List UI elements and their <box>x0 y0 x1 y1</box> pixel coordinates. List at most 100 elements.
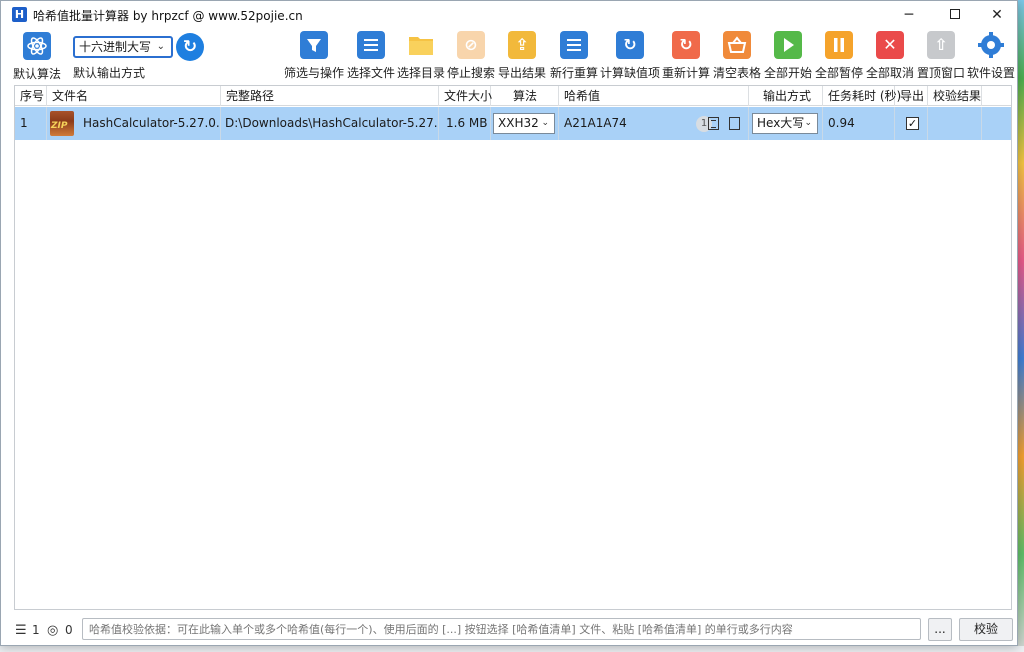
window-title: 哈希值批量计算器 by hrpzcf @ www.52pojie.cn <box>33 9 303 23</box>
cancel-all-label: 全部取消 <box>865 66 914 80</box>
chevron-down-icon: ⌄ <box>804 118 812 128</box>
chevron-down-icon: ⌄ <box>156 41 165 52</box>
new-rows-recalc-button[interactable]: 新行重算 <box>549 31 599 83</box>
select-directory-label: 选择目录 <box>397 66 446 80</box>
row-algorithm-select[interactable]: XXH32 ⌄ <box>493 113 555 134</box>
close-button[interactable]: ✕ <box>975 1 1019 29</box>
hash-table: 序号 文件名 完整路径 文件大小 算法 哈希值 输出方式 任务耗时 (秒) 导出… <box>14 85 1012 610</box>
default-output-caption: 默认输出方式 <box>73 66 146 80</box>
main-window: H 哈希值批量计算器 by hrpzcf @ www.52pojie.cn ─ … <box>0 0 1018 646</box>
atom-icon <box>23 32 51 60</box>
select-file-label: 选择文件 <box>346 66 395 80</box>
default-output-value: 十六进制大写 <box>79 40 152 54</box>
recalculate-button[interactable]: ↻ 重新计算 <box>661 31 711 83</box>
clear-table-button[interactable]: 清空表格 <box>712 31 762 83</box>
circle-count: 0 <box>65 623 73 637</box>
column-header-verify-result[interactable]: 校验结果 <box>928 86 982 106</box>
column-header-index[interactable]: 序号 <box>15 86 47 106</box>
row-output-format-select[interactable]: Hex大写 ⌄ <box>752 113 818 134</box>
pin-window-button[interactable]: ⇧ 置顶窗口 <box>916 31 966 83</box>
file-list-icon <box>357 31 385 59</box>
filter-operations-label: 筛选与操作 <box>284 66 345 80</box>
funnel-icon <box>300 31 328 59</box>
default-algorithm-button[interactable]: 默认算法 <box>11 32 63 82</box>
column-header-export[interactable]: 导出 <box>895 86 928 106</box>
table-header: 序号 文件名 完整路径 文件大小 算法 哈希值 输出方式 任务耗时 (秒) 导出… <box>15 86 1011 106</box>
refresh-icon: ↻ <box>616 31 644 59</box>
play-icon <box>774 31 802 59</box>
compute-missing-label: 计算缺值项 <box>600 66 661 80</box>
row-file-name: HashCalculator-5.27.0.zip <box>83 116 220 130</box>
minimize-button[interactable]: ─ <box>887 1 931 29</box>
new-rows-icon <box>560 31 588 59</box>
verify-hash-input[interactable] <box>82 618 921 640</box>
column-header-output-format[interactable]: 输出方式 <box>749 86 823 106</box>
column-header-algorithm[interactable]: 算法 <box>491 86 559 106</box>
row-verify-result <box>928 107 982 140</box>
row-output-format-value: Hex大写 <box>757 116 805 130</box>
cancel-all-button[interactable]: ✕ 全部取消 <box>865 31 915 83</box>
target-circle-icon: ◎ <box>47 623 59 638</box>
verify-button[interactable]: 校验 <box>959 618 1013 641</box>
settings-label: 软件设置 <box>967 66 1016 80</box>
export-icon: ⇪ <box>508 31 536 59</box>
row-hash-value: A21A1A74 <box>564 116 627 130</box>
column-header-duration[interactable]: 任务耗时 (秒) <box>823 86 901 106</box>
app-logo-icon: H <box>12 7 27 22</box>
pause-all-button[interactable]: 全部暂停 <box>814 31 864 83</box>
basket-icon <box>723 31 751 59</box>
row-algorithm-cell: XXH32 ⌄ <box>491 107 559 140</box>
select-file-button[interactable]: 选择文件 <box>346 31 396 83</box>
select-directory-button[interactable]: 选择目录 <box>397 31 445 83</box>
list-count: 1 <box>32 623 40 637</box>
row-algorithm-value: XXH32 <box>498 116 539 130</box>
stop-icon: ⊘ <box>457 31 485 59</box>
hash-details-icon[interactable] <box>708 117 719 130</box>
cancel-icon: ✕ <box>876 31 904 59</box>
row-duration: 0.94 <box>823 107 895 140</box>
desktop-background-bottom <box>0 646 1024 652</box>
recalculate-label: 重新计算 <box>661 66 710 80</box>
refresh-icon: ↻ <box>182 37 198 57</box>
gear-icon <box>977 31 1005 59</box>
row-size: 1.6 MB <box>439 107 491 140</box>
row-index: 1 <box>15 107 47 140</box>
start-all-button[interactable]: 全部开始 <box>763 31 813 83</box>
default-algorithm-label: 默认算法 <box>12 67 61 81</box>
toolbar: 默认算法 十六进制大写 ⌄ ↻ 默认输出方式 筛选与操作 选择文件 选择目录 ⊘… <box>1 29 1017 84</box>
compute-missing-button[interactable]: ↻ 计算缺值项 <box>600 31 660 83</box>
stop-search-label: 停止搜索 <box>447 66 496 80</box>
browse-hash-list-button[interactable]: ... <box>928 618 952 641</box>
desktop-background-right <box>1018 0 1024 652</box>
column-header-full-path[interactable]: 完整路径 <box>221 86 439 106</box>
pin-icon: ⇧ <box>927 31 955 59</box>
column-header-file-name[interactable]: 文件名 <box>47 86 221 106</box>
row-export-checkbox[interactable]: ✓ <box>906 117 919 130</box>
chevron-down-icon: ⌄ <box>541 118 549 128</box>
list-icon: ☰ <box>15 623 27 638</box>
table-row[interactable]: 1 ZIP HashCalculator-5.27.0.zip D:\Downl… <box>15 107 1011 140</box>
column-header-hash[interactable]: 哈希值 <box>559 86 749 106</box>
maximize-button[interactable] <box>933 1 977 29</box>
pause-icon <box>825 31 853 59</box>
clear-table-label: 清空表格 <box>712 66 761 80</box>
default-output-select[interactable]: 十六进制大写 ⌄ <box>73 36 173 58</box>
start-all-label: 全部开始 <box>763 66 812 80</box>
maximize-icon <box>950 9 960 19</box>
stop-search-button[interactable]: ⊘ 停止搜索 <box>447 31 495 83</box>
refresh-output-button[interactable]: ↻ <box>176 33 204 61</box>
row-full-path: D:\Downloads\HashCalculator-5.27.0.zip <box>221 107 439 140</box>
filter-operations-button[interactable]: 筛选与操作 <box>284 31 344 83</box>
pin-window-label: 置顶窗口 <box>916 66 965 80</box>
settings-button[interactable]: 软件设置 <box>967 31 1015 83</box>
export-results-button[interactable]: ⇪ 导出结果 <box>497 31 547 83</box>
export-results-label: 导出结果 <box>497 66 546 80</box>
copy-hash-icon[interactable] <box>729 117 740 130</box>
row-output-format-cell: Hex大写 ⌄ <box>749 107 823 140</box>
folder-icon <box>407 31 435 59</box>
new-rows-recalc-label: 新行重算 <box>549 66 598 80</box>
title-bar: H 哈希值批量计算器 by hrpzcf @ www.52pojie.cn ─ … <box>1 1 1017 29</box>
pause-all-label: 全部暂停 <box>814 66 863 80</box>
zip-file-icon: ZIP <box>50 111 74 136</box>
column-header-size[interactable]: 文件大小 <box>439 86 492 106</box>
